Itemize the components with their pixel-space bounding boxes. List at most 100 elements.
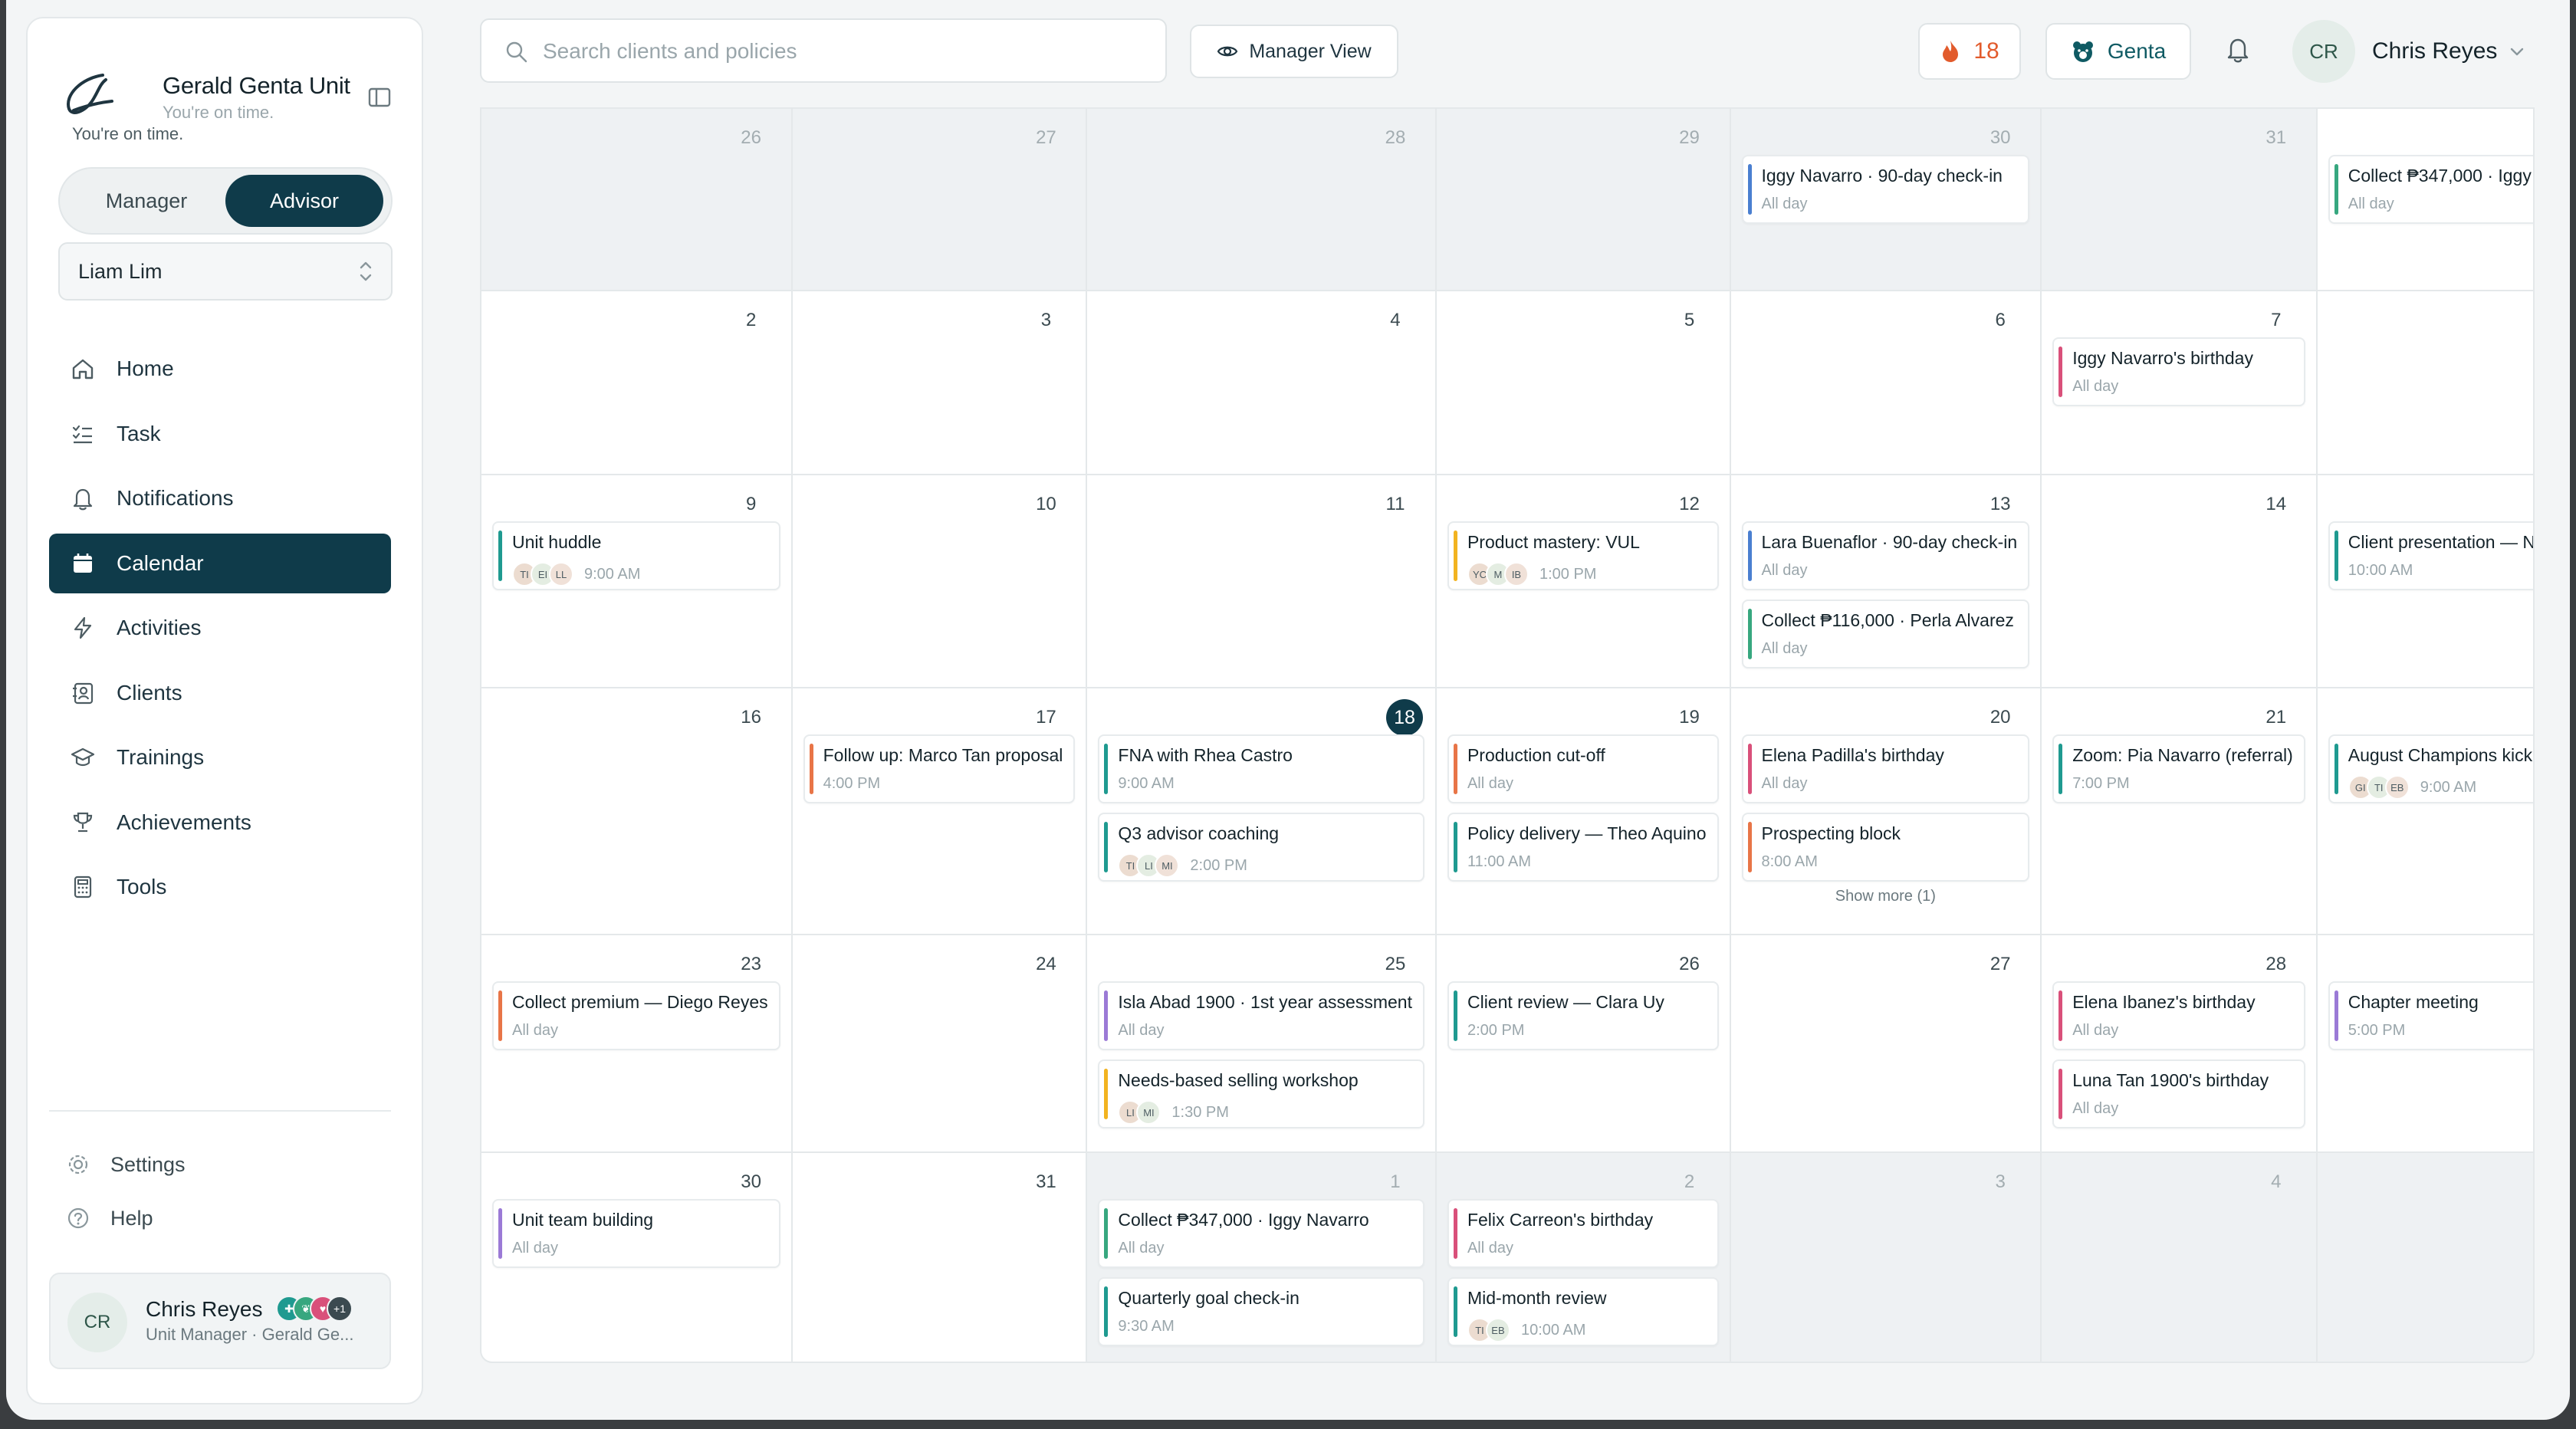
calendar-day-cell[interactable]: 30 Iggy Navarro · 90-day check-in All day — [1730, 109, 2041, 290]
calendar-day-cell[interactable]: 31 — [2042, 109, 2316, 290]
calendar-day-cell[interactable]: 2 Felix Carreon's birthday All day Mid-mont… — [1436, 1153, 1730, 1362]
profile-card[interactable]: CR Chris Reyes ✚ ❦ ♥ +1 Unit Manager · G… — [49, 1273, 391, 1369]
sidebar-collapse-icon[interactable] — [368, 87, 391, 107]
calendar-day-cell[interactable]: 19 Production cut-off All day Policy delive… — [1436, 688, 1730, 934]
calendar-day-cell[interactable]: 20 Elena Padilla's birthday All day Prospec… — [1730, 688, 2041, 934]
nav-item-achievements[interactable]: Achievements — [49, 793, 391, 852]
calendar-event[interactable]: Client review — Clara Uy 2:00 PM — [1447, 981, 1719, 1050]
streak-button[interactable]: 18 — [1918, 23, 2021, 80]
calendar-day-cell[interactable]: 26 Client review — Clara Uy 2:00 PM — [1436, 935, 1730, 1151]
calendar-day-cell[interactable]: 30 Unit team building All day — [481, 1153, 791, 1362]
calendar-event[interactable]: Policy delivery — Theo Aquino 11:00 AM — [1447, 813, 1719, 882]
user-menu[interactable]: CR Chris Reyes — [2289, 18, 2542, 84]
calendar-event[interactable]: Collect premium — Diego Reyes All day — [492, 981, 780, 1050]
search-input[interactable] — [543, 29, 1141, 74]
calendar-day-cell[interactable]: 28 — [1087, 109, 1435, 290]
calendar-event[interactable]: Elena Ibanez's birthday All day — [2052, 981, 2305, 1050]
calendar-event[interactable]: Collect ₱116,000 · Perla Alvarez All day — [1741, 600, 2030, 669]
bell-icon[interactable] — [2225, 35, 2251, 64]
genta-assistant-button[interactable]: Genta — [2045, 23, 2191, 80]
calendar-day-cell[interactable]: 3 — [1730, 1153, 2041, 1362]
settings-label: Settings — [110, 1152, 186, 1176]
calendar-day-cell[interactable]: 25 Isla Abad 1900 · 1st year assessment Al… — [1087, 935, 1435, 1151]
calendar-event[interactable]: Mid-month review TI EB 10:00 AM — [1447, 1277, 1719, 1346]
calendar-day-cell[interactable]: 18 FNA with Rhea Castro 9:00 AM Q3 advisor … — [1087, 688, 1435, 934]
role-manager-button[interactable]: Manager — [67, 175, 225, 227]
calendar-day-cell[interactable]: 3 — [792, 291, 1086, 474]
calendar-day-cell[interactable]: 17 Follow up: Marco Tan proposal 4:00 PM — [792, 688, 1086, 934]
event-color-bar — [1104, 744, 1109, 794]
calendar-day-cell[interactable]: 7 Iggy Navarro's birthday All day — [2042, 291, 2316, 474]
calendar-day-cell[interactable]: 24 — [792, 935, 1086, 1151]
calendar-day-cell[interactable]: 27 — [1730, 935, 2041, 1151]
calendar-day-cell[interactable]: 29 — [1436, 109, 1730, 290]
nav-item-tools[interactable]: Tools — [49, 857, 391, 917]
calendar-day-cell[interactable]: 27 — [792, 109, 1086, 290]
calendar-event[interactable]: Prospecting block 8:00 AM — [1741, 813, 2030, 882]
calendar-event[interactable]: Follow up: Marco Tan proposal 4:00 PM — [803, 734, 1076, 803]
nav-item-notifications[interactable]: Notifications — [49, 468, 391, 528]
calendar-event[interactable]: Iggy Navarro's birthday All day — [2052, 337, 2305, 406]
calendar-day-cell[interactable]: 2 — [481, 291, 791, 474]
calendar-event[interactable]: Needs-based selling workshop LI MI 1:30 PM — [1098, 1059, 1424, 1128]
calendar-day-cell[interactable]: 8 — [2317, 291, 2533, 474]
calendar-day-cell[interactable]: 1 Collect ₱347,000 · Iggy Navarro All day Q… — [1087, 1153, 1435, 1362]
nav-item-calendar[interactable]: Calendar — [49, 533, 391, 593]
calendar-day-cell[interactable]: 14 — [2042, 475, 2316, 687]
calendar-event[interactable]: Unit huddle TI EI LL 9:00 AM — [492, 521, 780, 590]
calendar-day-cell[interactable]: 13 Lara Buenaflor · 90-day check-in All da… — [1730, 475, 2041, 687]
calendar-day-cell[interactable]: 23 Collect premium — Diego Reyes All day — [481, 935, 791, 1151]
calendar-event[interactable]: Lara Buenaflor · 90-day check-in All day — [1741, 521, 2030, 590]
settings-link[interactable]: Settings — [49, 1138, 391, 1191]
nav-item-task[interactable]: Task — [49, 404, 391, 464]
calendar-day-cell[interactable]: 28 Elena Ibanez's birthday All day Luna Tan… — [2042, 935, 2316, 1151]
nav-item-home[interactable]: Home — [49, 339, 391, 399]
calendar-day-cell[interactable]: 12 Product mastery: VUL YC M IB 1:00 PM — [1436, 475, 1730, 687]
calendar-day-cell[interactable]: 31 — [792, 1153, 1086, 1362]
calendar-event[interactable]: Luna Tan 1900's birthday All day — [2052, 1059, 2305, 1128]
calendar-event[interactable]: Chapter meeting 5:00 PM — [2328, 981, 2533, 1050]
calendar-event[interactable]: FNA with Rhea Castro 9:00 AM — [1098, 734, 1424, 803]
calendar-event[interactable]: August Champions kickoff GI TI EB 9:00 AM — [2328, 734, 2533, 803]
nav-item-clients[interactable]: Clients — [49, 663, 391, 723]
calendar-event[interactable]: Zoom: Pia Navarro (referral) 7:00 PM — [2052, 734, 2305, 803]
calendar-event[interactable]: Collect ₱347,000 · Iggy Navarro All day — [1098, 1199, 1424, 1268]
calendar-day-cell[interactable]: 1Collect ₱347,000 · Iggy NavarroAll day — [2317, 109, 2533, 290]
calendar-day-cell[interactable]: 9 Unit huddle TI EI LL 9:00 AM — [481, 475, 791, 687]
calendar-day-cell[interactable]: 21 Zoom: Pia Navarro (referral) 7:00 PM — [2042, 688, 2316, 934]
calendar-event[interactable]: Iggy Navarro · 90-day check-in All day — [1741, 155, 2030, 224]
calendar-event[interactable]: Production cut-off All day — [1447, 734, 1719, 803]
nav-item-trainings[interactable]: Trainings — [49, 728, 391, 787]
calendar-day-cell[interactable]: 15Client presentation — Nina Santos10:00… — [2317, 475, 2533, 687]
advisor-select[interactable]: Liam Lim — [58, 242, 393, 301]
calendar-day-cell[interactable]: 4 — [1087, 291, 1435, 474]
help-link[interactable]: Help — [49, 1191, 391, 1245]
event-time: 1:00 PM — [1539, 565, 1597, 583]
calendar-day-cell[interactable]: 4 — [2042, 1153, 2316, 1362]
calendar-event[interactable]: Collect ₱347,000 · Iggy Navarro All day — [2328, 155, 2533, 224]
calendar-day-cell[interactable]: 11 — [1087, 475, 1435, 687]
calendar-day-cell[interactable]: 29Chapter meeting5:00 PM — [2317, 935, 2533, 1151]
manager-view-button[interactable]: Manager View — [1190, 25, 1398, 78]
calendar-day-cell[interactable]: 5 — [2317, 1153, 2533, 1362]
calendar-day-cell[interactable]: 22August Champions kickoffGITIEB9:00 AM — [2317, 688, 2533, 934]
calendar-day-cell[interactable]: 5 — [1436, 291, 1730, 474]
calendar-day-cell[interactable]: 10 — [792, 475, 1086, 687]
calendar-event[interactable]: Felix Carreon's birthday All day — [1447, 1199, 1719, 1268]
calendar-event[interactable]: Quarterly goal check-in 9:30 AM — [1098, 1277, 1424, 1346]
calendar-day-cell[interactable]: 16 — [481, 688, 791, 934]
calendar-event[interactable]: Unit team building All day — [492, 1199, 780, 1268]
calendar-event[interactable]: Q3 advisor coaching TI LI MI 2:00 PM — [1098, 813, 1424, 882]
event-title: Collect ₱116,000 · Perla Alvarez — [1761, 610, 2014, 630]
day-number: 14 — [2266, 494, 2287, 514]
show-more-link[interactable]: Show more (1) — [1742, 888, 2030, 905]
nav-item-activities[interactable]: Activities — [49, 598, 391, 658]
calendar-event[interactable]: Product mastery: VUL YC M IB 1:00 PM — [1447, 521, 1719, 590]
calendar-day-cell[interactable]: 26 — [481, 109, 791, 290]
calendar-event[interactable]: Client presentation — Nina Santos 10:00 A… — [2328, 521, 2533, 590]
bell-icon — [69, 485, 97, 512]
calendar-event[interactable]: Isla Abad 1900 · 1st year assessment All … — [1098, 981, 1424, 1050]
calendar-day-cell[interactable]: 6 — [1730, 291, 2041, 474]
calendar-event[interactable]: Elena Padilla's birthday All day — [1741, 734, 2030, 803]
role-advisor-button[interactable]: Advisor — [225, 175, 383, 227]
